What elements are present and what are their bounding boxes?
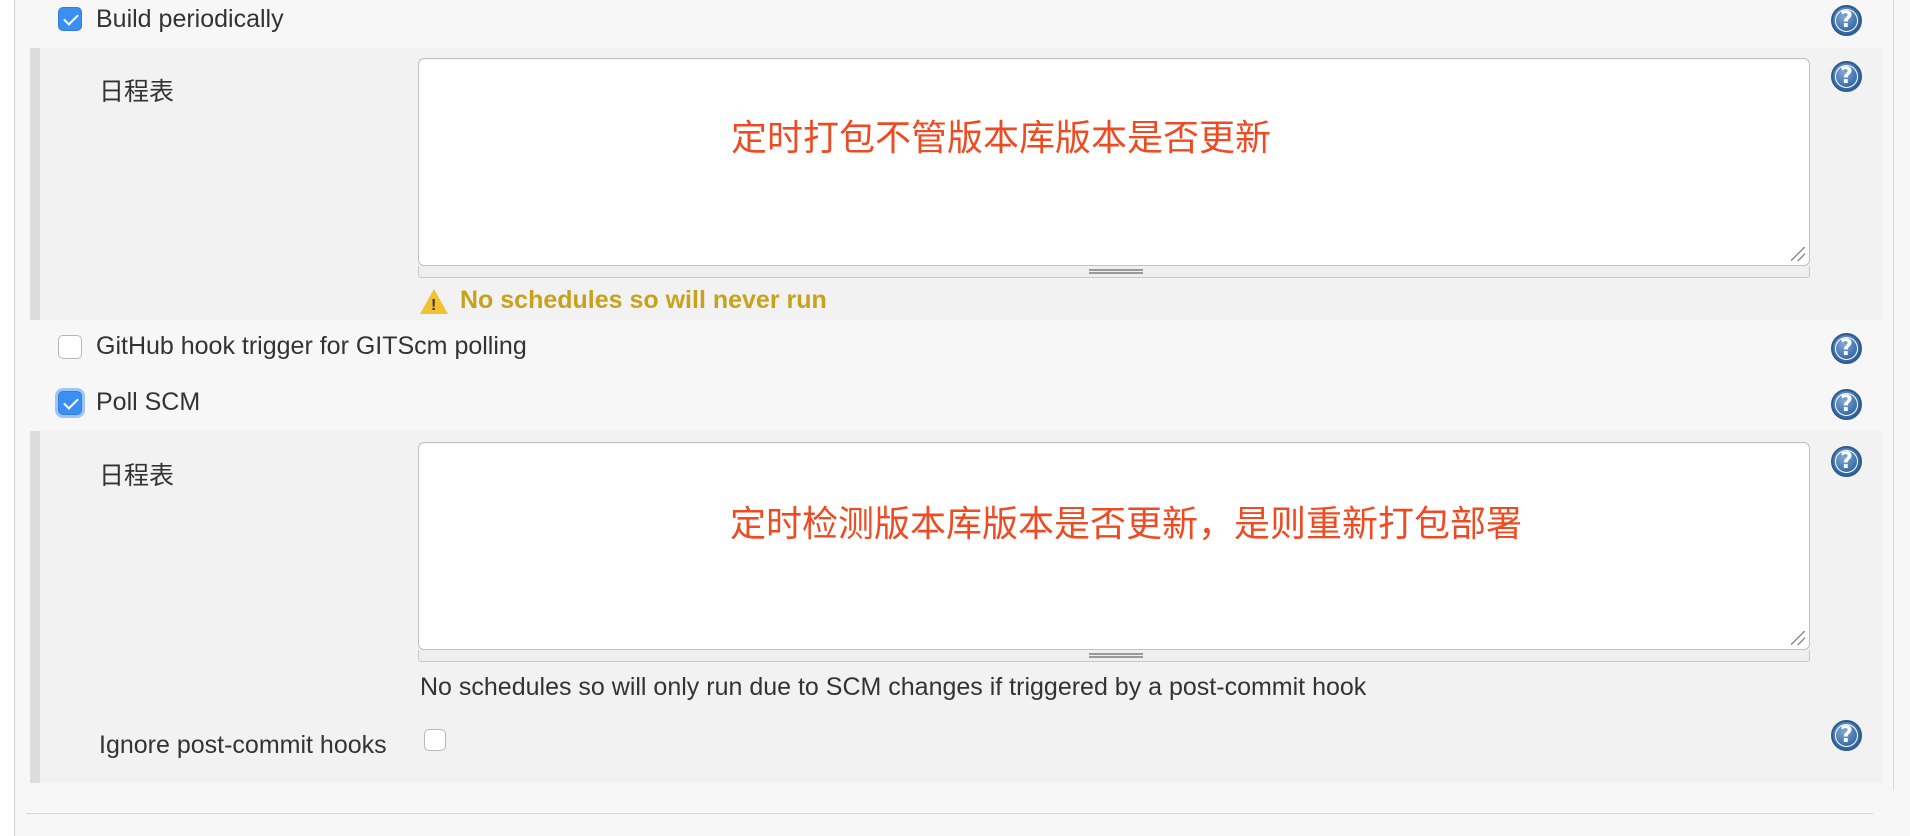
github-hook-label: GitHub hook trigger for GITScm polling (96, 332, 527, 360)
resize-grip-icon[interactable] (1791, 247, 1805, 261)
schedule-textarea[interactable]: 定时打包不管版本库版本是否更新 (418, 58, 1810, 266)
annotation-text: 定时检测版本库版本是否更新，是则重新打包部署 (730, 503, 1523, 544)
section-divider (26, 813, 1873, 814)
ignore-post-commit-hooks-label: Ignore post-commit hooks (99, 731, 387, 759)
poll-scm-checkbox[interactable] (58, 391, 82, 415)
schedule-textarea[interactable]: 定时检测版本库版本是否更新，是则重新打包部署 (418, 442, 1810, 650)
frame-border-left (14, 0, 15, 836)
schedule-label: 日程表 (99, 462, 175, 490)
help-icon[interactable]: ? (1831, 446, 1862, 477)
warning-icon (420, 289, 448, 315)
section-indent-bar (30, 431, 40, 783)
textarea-resize-bar[interactable] (418, 266, 1810, 278)
drag-handle-icon[interactable] (1089, 653, 1143, 658)
help-icon[interactable]: ? (1831, 333, 1862, 364)
schedule-info-text: No schedules so will only run due to SCM… (420, 673, 1367, 701)
help-icon[interactable]: ? (1831, 389, 1862, 420)
poll-scm-label: Poll SCM (96, 388, 201, 416)
resize-grip-icon[interactable] (1791, 631, 1805, 645)
annotation-text: 定时打包不管版本库版本是否更新 (731, 117, 1272, 158)
drag-handle-icon[interactable] (1089, 269, 1143, 274)
github-hook-checkbox[interactable] (58, 335, 82, 359)
textarea-resize-bar[interactable] (418, 650, 1810, 662)
build-periodically-label: Build periodically (96, 5, 284, 33)
frame-border-right (1893, 0, 1894, 790)
help-icon[interactable]: ? (1831, 61, 1862, 92)
help-icon[interactable]: ? (1831, 5, 1862, 36)
warning-text: No schedules so will never run (460, 286, 827, 314)
help-icon[interactable]: ? (1831, 720, 1862, 751)
section-indent-bar (30, 48, 40, 320)
schedule-label: 日程表 (99, 78, 175, 106)
build-periodically-checkbox[interactable] (58, 7, 82, 31)
ignore-post-commit-hooks-checkbox[interactable] (424, 729, 446, 751)
